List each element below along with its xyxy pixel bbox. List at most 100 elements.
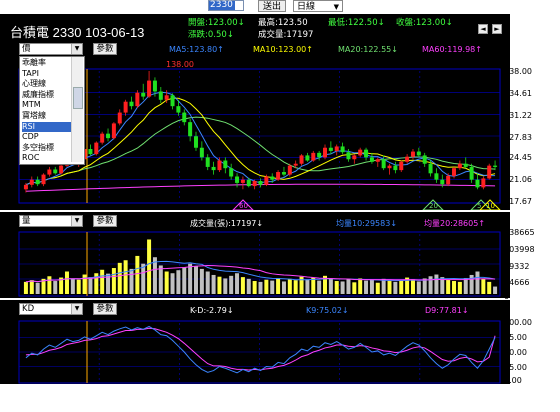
dropdown-scrollbar[interactable] <box>71 57 83 162</box>
candle-body <box>123 101 128 113</box>
candle-body <box>317 152 322 158</box>
volume-bar <box>264 279 269 294</box>
volume-tick-3: 34666 <box>504 278 530 287</box>
volume-indicator-select[interactable]: 量 ▼ <box>19 215 83 227</box>
price-tick-4: 124.45 <box>504 153 532 162</box>
volume-bar <box>188 263 193 294</box>
indicator-option[interactable]: 乖離率 <box>22 58 74 69</box>
indicator-option[interactable]: 多空指標 <box>22 143 74 154</box>
candle-body <box>223 160 228 169</box>
volume-bar <box>64 271 69 294</box>
ma5-value: MA5:123.80↑ <box>169 45 224 54</box>
volume-bar <box>364 280 369 294</box>
candle-body <box>323 147 328 158</box>
price-tick-3: 127.83 <box>504 133 532 142</box>
volume-bar <box>358 278 363 294</box>
indicator-option[interactable]: ROC <box>22 153 74 164</box>
volume-bar <box>223 278 228 294</box>
volume-bar <box>346 279 351 294</box>
candle-body <box>270 176 275 180</box>
candle-body <box>463 163 468 167</box>
candle-body <box>416 151 421 156</box>
volume-bar <box>35 282 40 294</box>
volume-bar <box>487 281 492 294</box>
indicator-option[interactable]: MTM <box>22 100 74 111</box>
prev-day-button[interactable]: ◄ <box>478 24 488 34</box>
arrow-left-icon: ◄ <box>480 25 486 33</box>
candle-body <box>299 155 304 164</box>
candle-body <box>205 157 210 167</box>
volume-bar <box>434 274 439 294</box>
candle-body <box>211 166 216 171</box>
indicator-option[interactable]: 心理線 <box>22 79 74 90</box>
volume-bar <box>422 278 427 294</box>
candle-body <box>23 184 28 190</box>
candle-body <box>410 151 415 157</box>
volume-bar <box>123 260 128 294</box>
volume-bar <box>334 281 339 294</box>
volume-bar <box>76 279 81 294</box>
volume-bar <box>375 282 380 294</box>
kd-chart <box>0 318 510 384</box>
volume-bar <box>446 279 451 294</box>
kd-param-button[interactable]: 參數 <box>93 303 117 315</box>
candle-body <box>422 155 427 164</box>
price-param-button[interactable]: 參數 <box>93 43 117 55</box>
candle-body <box>469 166 474 180</box>
ma60-cross-marker-label: 60 <box>239 202 248 210</box>
candle-body <box>475 179 480 188</box>
candle-body <box>35 179 40 185</box>
candle-body <box>182 112 187 123</box>
volume-value: 成交量(張):17197↓ <box>190 219 264 228</box>
next-day-button[interactable]: ► <box>492 24 502 34</box>
candle-body <box>111 123 116 139</box>
volume-bar <box>199 268 204 294</box>
volume-bar <box>381 278 386 294</box>
ma10-value: MA10:123.00↑ <box>253 45 313 54</box>
candle-body <box>328 147 333 151</box>
price-tick-6: 117.67 <box>504 197 532 206</box>
volume-bar <box>246 278 251 294</box>
kd-indicator-select[interactable]: KD ▼ <box>19 303 83 315</box>
candle-body <box>41 174 46 185</box>
volume-bar <box>100 269 105 294</box>
volume-bar <box>281 281 286 294</box>
chevron-down-icon: ▼ <box>71 304 82 314</box>
price-tick-1: 134.61 <box>504 89 532 98</box>
price-indicator-select[interactable]: 價 ▼ <box>19 43 83 55</box>
submit-button[interactable]: 送出 <box>258 0 286 12</box>
kd-tick-1: 75.00 <box>504 333 527 342</box>
candle-body <box>47 169 52 175</box>
indicator-option[interactable]: CDP <box>22 132 74 143</box>
stock-title: 台積電 2330 103-06-13 <box>10 25 145 40</box>
scrollbar-thumb[interactable] <box>73 87 83 109</box>
volume-chart <box>0 230 510 298</box>
volume-bar <box>457 281 462 294</box>
volume-bar <box>270 280 275 294</box>
volume-bar <box>311 277 316 294</box>
volume-bar <box>170 273 175 294</box>
volume-bar <box>82 274 87 294</box>
volume-bar <box>29 280 34 294</box>
volume-param-button[interactable]: 參數 <box>93 215 117 227</box>
chevron-down-icon: ▼ <box>71 216 82 226</box>
ma10-cross-marker-label: 10 <box>486 202 495 210</box>
candle-body <box>287 165 292 175</box>
indicator-option[interactable]: 威廉指標 <box>22 90 74 101</box>
candle-body <box>381 159 386 169</box>
candle-body <box>358 149 363 156</box>
open-price: 開盤:123.00↓ <box>188 18 245 28</box>
price-tick-5: 121.06 <box>504 175 532 184</box>
indicator-option[interactable]: TAPI <box>22 69 74 80</box>
candle-body <box>364 149 369 158</box>
volume-bar <box>23 281 28 294</box>
volume-ma20: 均量20:28605↑ <box>424 219 486 228</box>
indicator-option[interactable]: 寶塔線 <box>22 111 74 122</box>
candle-body <box>428 163 433 174</box>
candle-body <box>375 159 380 162</box>
volume-tick-2: 69332 <box>504 262 530 271</box>
indicator-option-selected[interactable]: RSI <box>22 121 74 133</box>
period-select[interactable]: 日線 ▼ <box>293 0 343 12</box>
volume-bar <box>293 280 298 294</box>
volume-bar <box>252 281 257 294</box>
